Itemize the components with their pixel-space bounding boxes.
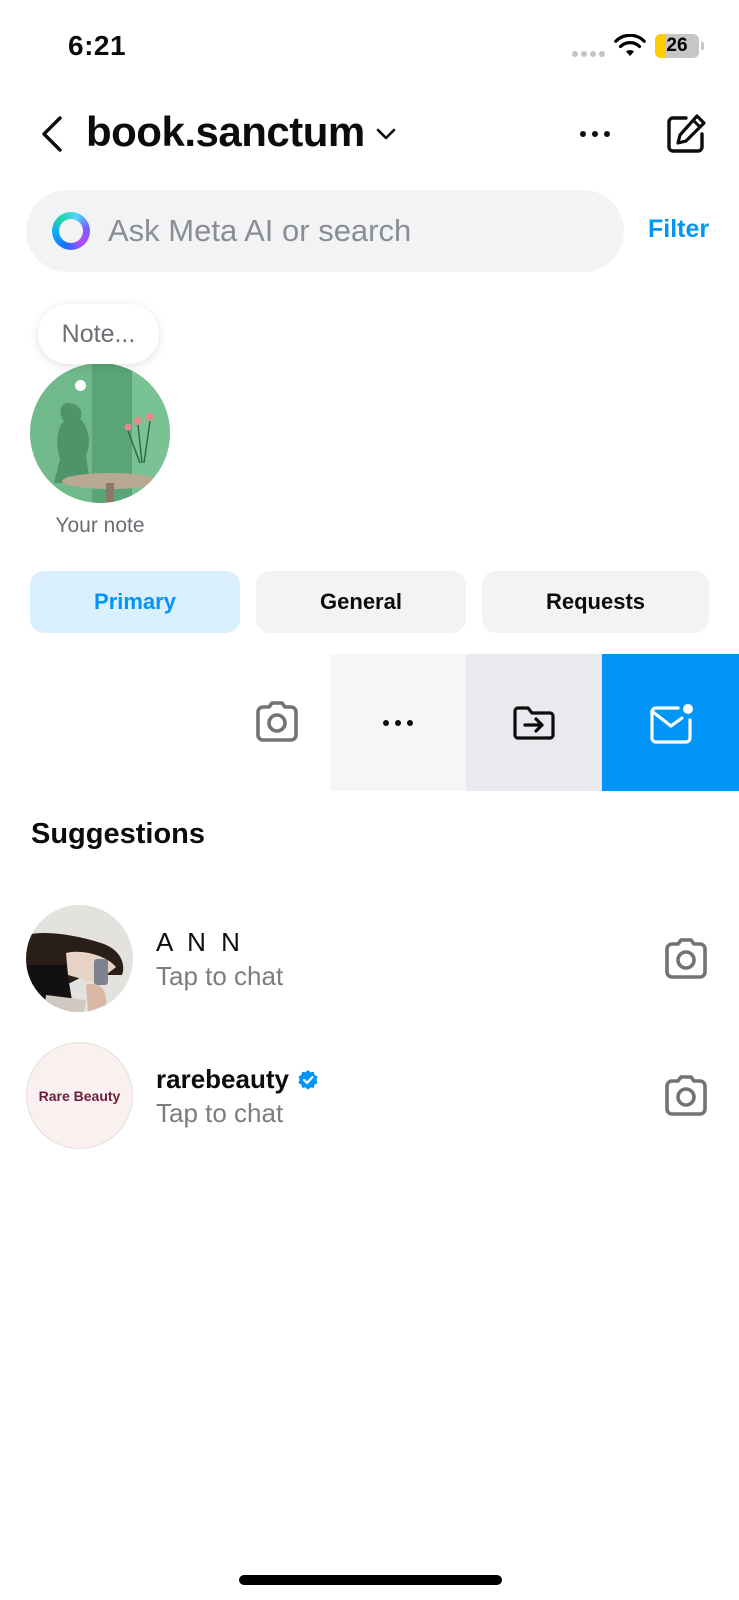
account-switcher[interactable]: book.sanctum <box>86 108 397 156</box>
note-bubble[interactable]: Note... <box>38 304 159 364</box>
status-bar: 6:21 26 <box>0 0 739 90</box>
tab-primary[interactable]: Primary <box>30 571 240 633</box>
battery-tip <box>701 42 704 50</box>
chevron-down-icon <box>376 128 396 140</box>
swipe-mark-unread-button[interactable] <box>602 654 739 791</box>
cellular-signal-icon <box>572 51 605 57</box>
suggestion-item[interactable]: A N N Tap to chat <box>0 905 739 1015</box>
avatar <box>26 905 133 1012</box>
folder-move-icon <box>513 705 555 740</box>
your-note-label: Your note <box>55 514 145 537</box>
suggestion-name: A N N <box>156 927 244 957</box>
your-note-avatar[interactable] <box>30 363 170 503</box>
avatar-logo-text: Rare Beauty <box>38 1087 121 1104</box>
verified-badge-icon <box>298 1069 318 1090</box>
camera-icon[interactable] <box>664 938 708 980</box>
edit-square-icon[interactable] <box>664 112 708 156</box>
suggestion-name: rarebeauty <box>156 1064 289 1094</box>
ellipsis-icon[interactable] <box>578 122 612 146</box>
inbox-tabs: Primary General Requests <box>30 571 709 633</box>
battery-indicator: 26 <box>655 34 699 58</box>
swipe-more-button[interactable] <box>330 654 466 791</box>
swiped-conversation-row[interactable] <box>0 654 739 791</box>
avatar-image <box>30 363 170 503</box>
tab-general[interactable]: General <box>256 571 466 633</box>
meta-ai-ring-icon <box>52 212 90 250</box>
account-title: book.sanctum <box>86 108 365 155</box>
avatar: Rare Beauty <box>26 1042 133 1149</box>
battery-percent: 26 <box>666 35 688 56</box>
chevron-left-icon[interactable] <box>36 114 66 154</box>
tab-requests[interactable]: Requests <box>482 571 709 633</box>
suggestions-heading: Suggestions <box>31 818 206 850</box>
camera-icon[interactable] <box>255 701 299 743</box>
note-bubble-tail <box>75 380 86 391</box>
suggestion-item[interactable]: Rare Beauty rarebeauty Tap to chat <box>0 1042 739 1152</box>
home-indicator[interactable] <box>239 1575 502 1585</box>
swipe-move-button[interactable] <box>466 654 602 791</box>
wifi-icon <box>614 34 646 56</box>
suggestion-subtitle: Tap to chat <box>156 961 284 991</box>
status-time: 6:21 <box>68 30 127 61</box>
suggestion-subtitle: Tap to chat <box>156 1098 284 1128</box>
inbox-header: book.sanctum <box>0 100 739 170</box>
search-bar[interactable] <box>26 190 624 272</box>
ellipsis-icon <box>383 719 413 726</box>
search-input[interactable] <box>108 213 588 249</box>
mail-unread-icon <box>649 703 693 744</box>
filter-button[interactable]: Filter <box>648 215 709 244</box>
camera-icon[interactable] <box>664 1075 708 1117</box>
suggestion-name-row: rarebeauty <box>156 1064 319 1095</box>
